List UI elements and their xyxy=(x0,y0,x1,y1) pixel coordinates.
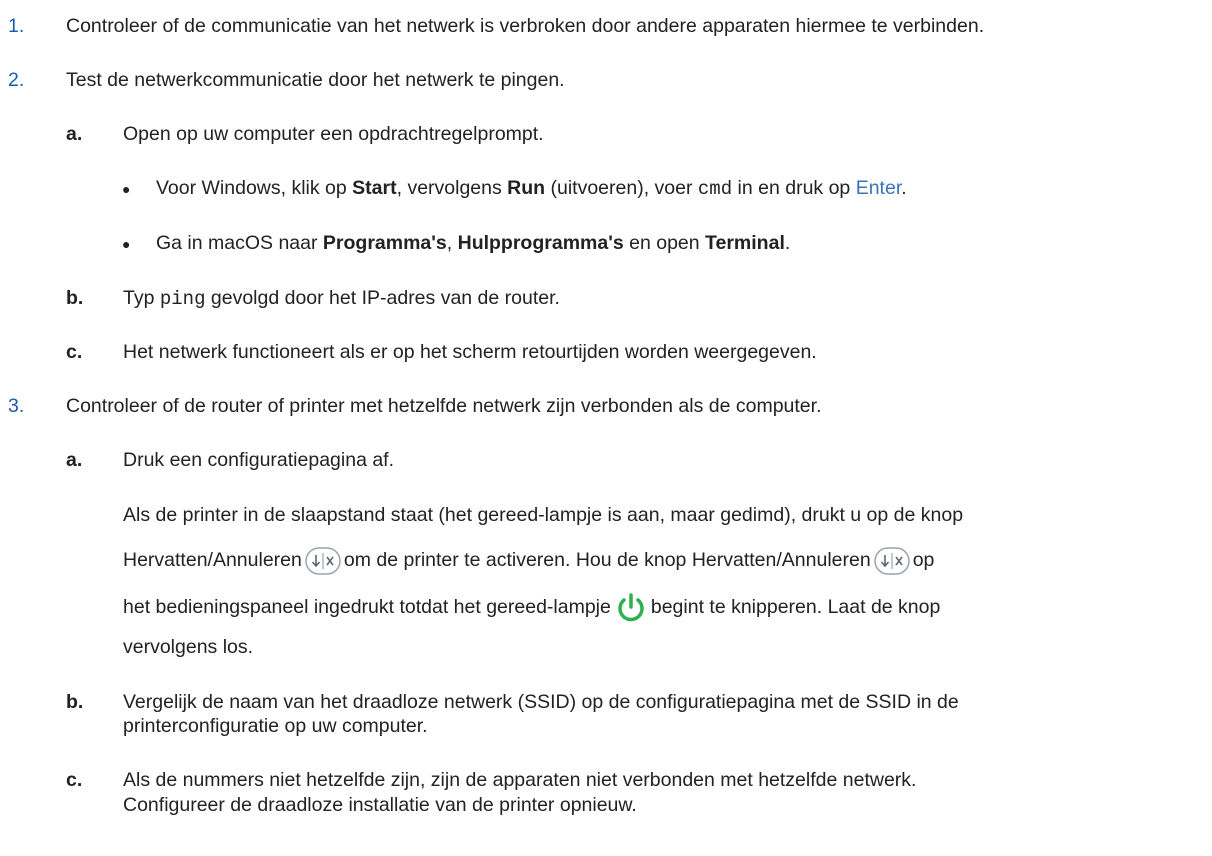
bullet-dot: ● xyxy=(122,181,131,197)
substep-text: Vergelijk de naam van het draadloze netw… xyxy=(123,691,959,713)
resume-cancel-icon xyxy=(305,547,341,575)
step-text: Test de netwerkcommunicatie door het net… xyxy=(66,69,565,91)
substep-text: Typ ping gevolgd door het IP-adres van d… xyxy=(123,287,560,310)
substep-text: Open op uw computer een opdrachtregelpro… xyxy=(123,123,544,145)
paragraph-line: Hervatten/Annuleren om de printer te acti… xyxy=(123,547,934,575)
bullet-windows: Voor Windows, klik op Start, vervolgens … xyxy=(156,177,907,200)
paragraph-line: vervolgens los. xyxy=(123,636,254,658)
step-number: 2. xyxy=(8,69,25,91)
substep-letter: c. xyxy=(66,769,83,791)
paragraph-line: Als de printer in de slaapstand staat (h… xyxy=(123,504,964,526)
step-text: Controleer of de communicatie van het ne… xyxy=(66,15,985,37)
step-number: 3. xyxy=(8,395,25,417)
step-text: Controleer of de router of printer met h… xyxy=(66,395,822,417)
enter-key-link[interactable]: Enter xyxy=(856,177,902,199)
substep-letter: a. xyxy=(66,123,83,145)
step-number: 1. xyxy=(8,15,25,37)
bullet-dot: ● xyxy=(122,236,131,252)
power-ready-icon xyxy=(614,591,648,625)
substep-text: Druk een configuratiepagina af. xyxy=(123,449,395,471)
resume-cancel-icon xyxy=(873,547,910,575)
substep-letter: c. xyxy=(66,341,83,363)
bullet-mac: Ga in macOS naar Programma's, Hulpprogra… xyxy=(156,232,791,254)
paragraph-line: het bedieningspaneel ingedrukt totdat he… xyxy=(123,591,940,625)
substep-text: Als de nummers niet hetzelfde zijn, zijn… xyxy=(123,769,917,791)
substep-text: Het netwerk functioneert als er op het s… xyxy=(123,341,817,363)
substep-text: Configureer de draadloze installatie van… xyxy=(123,794,637,816)
substep-text: printerconfiguratie op uw computer. xyxy=(123,715,428,737)
substep-letter: a. xyxy=(66,449,83,471)
substep-letter: b. xyxy=(66,691,84,713)
substep-letter: b. xyxy=(66,287,84,309)
